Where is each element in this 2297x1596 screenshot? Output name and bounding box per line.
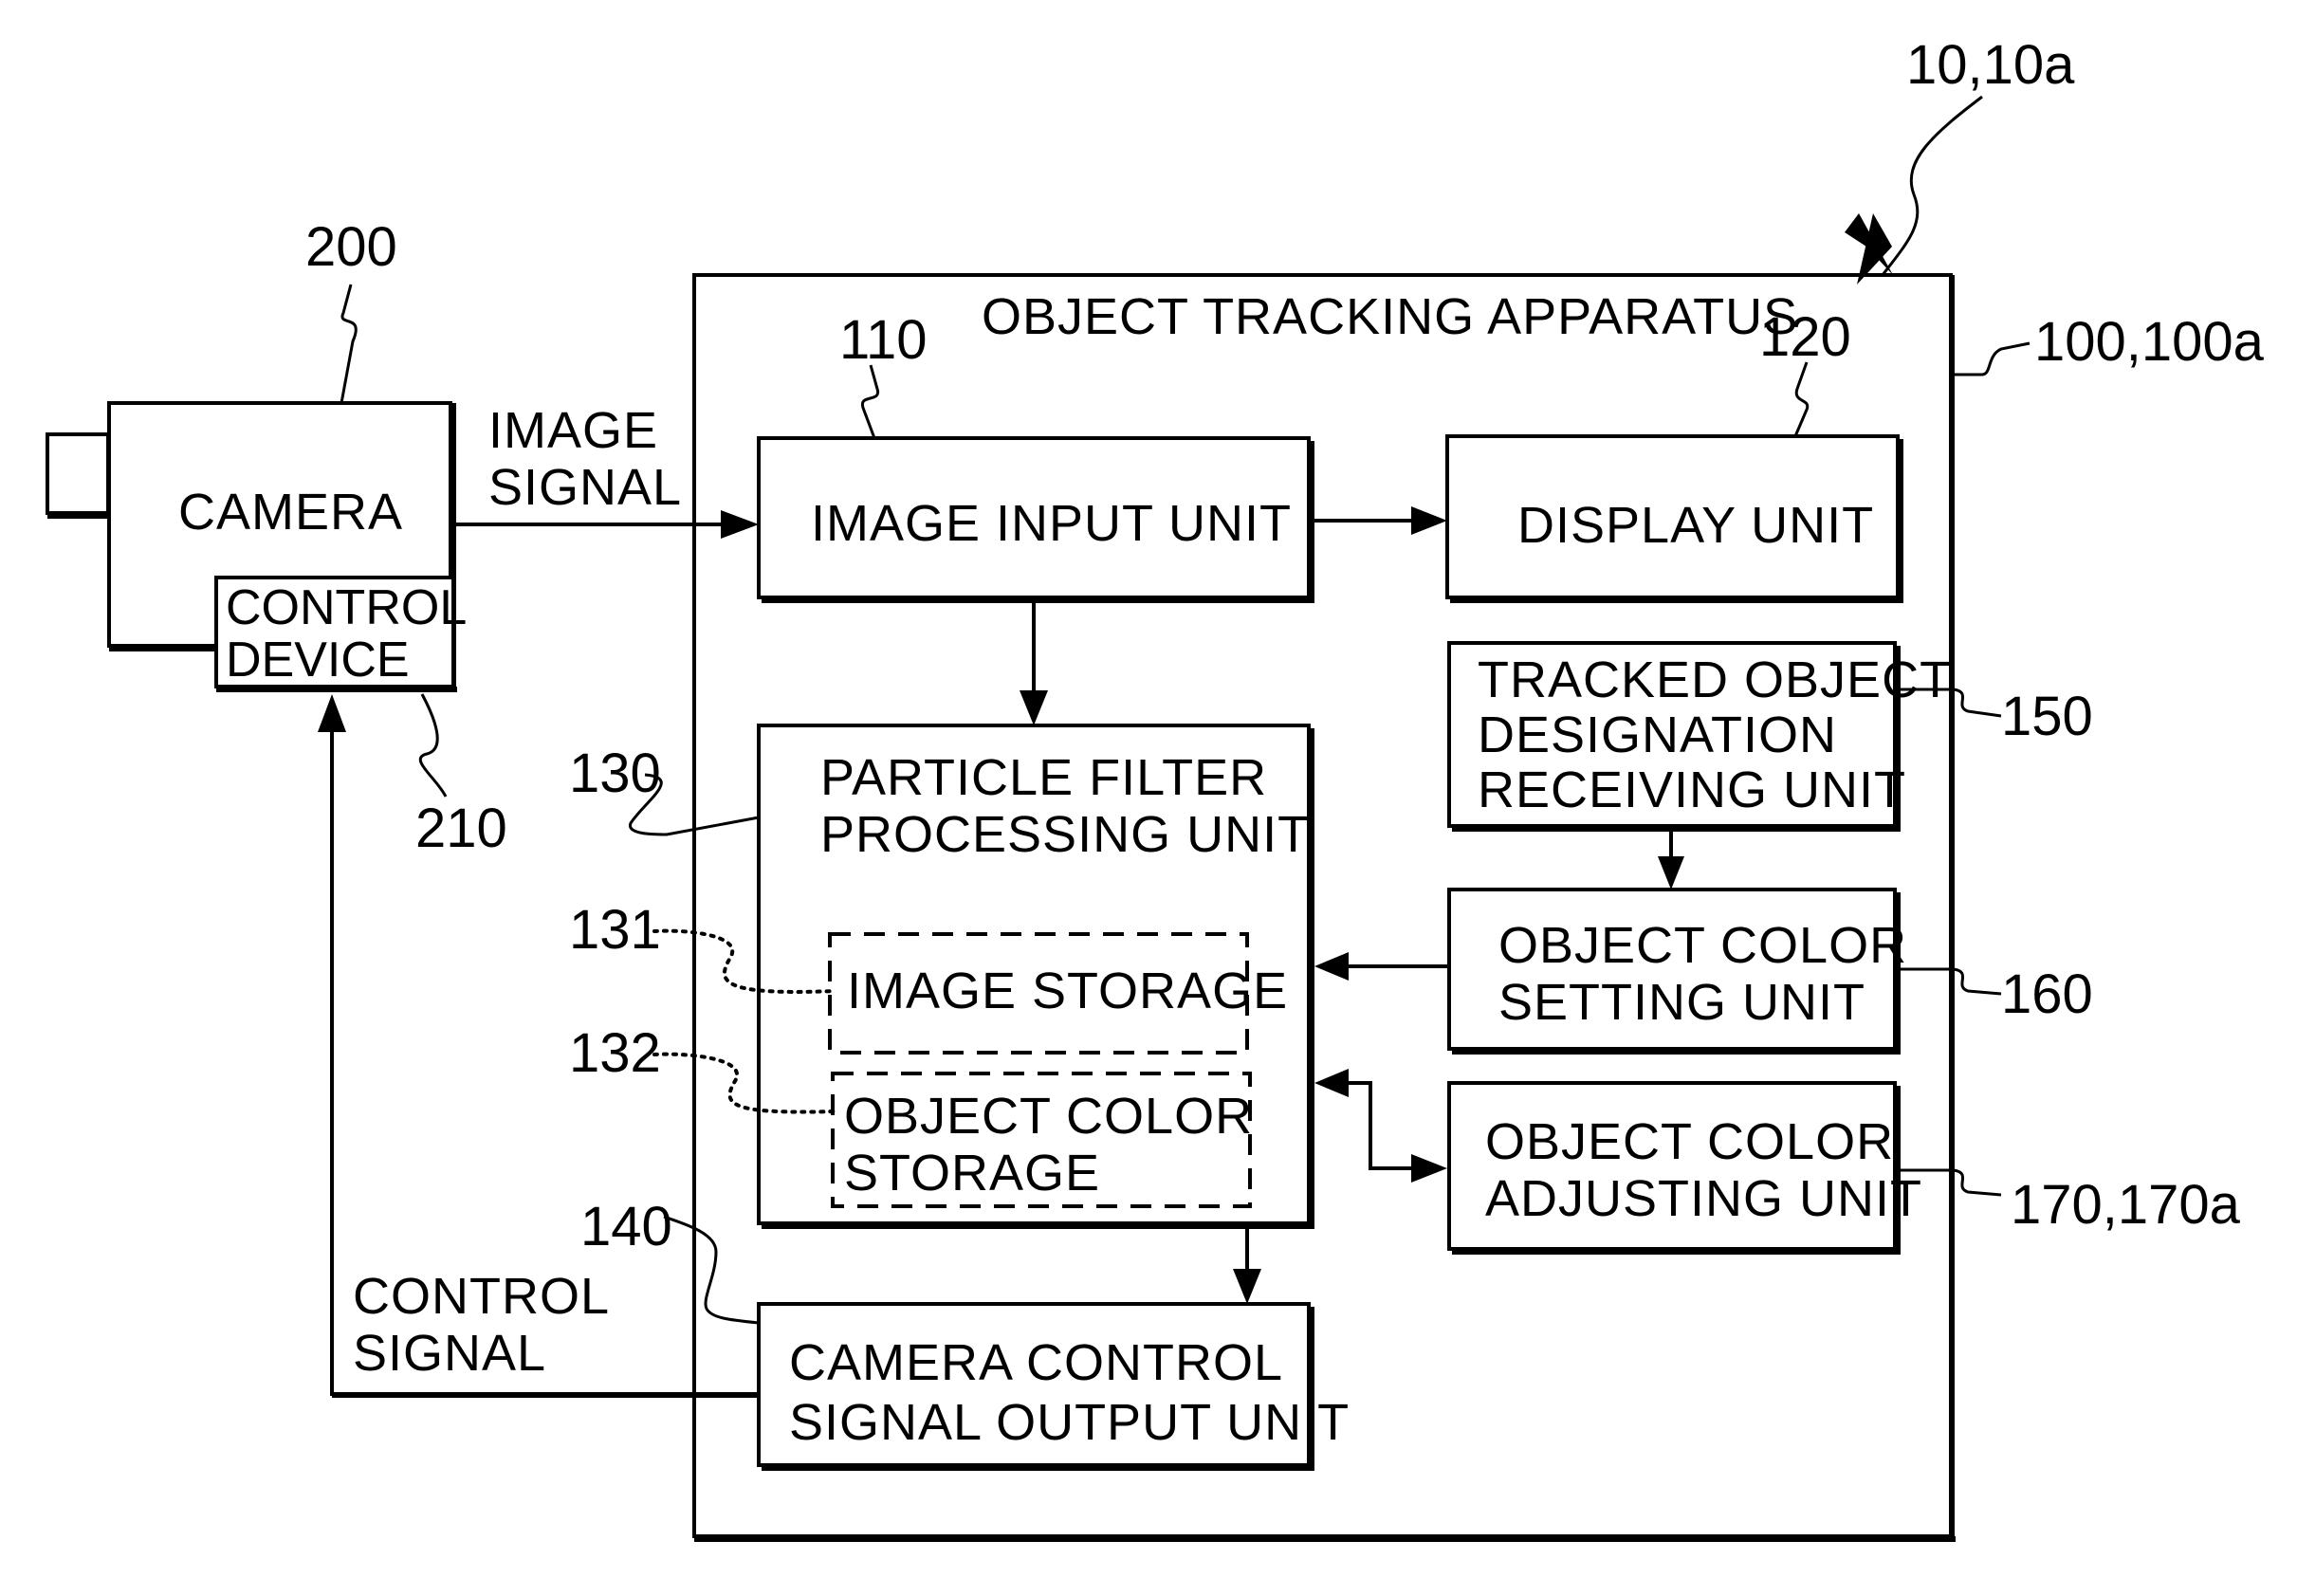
arrowhead-color-setting <box>1658 856 1684 890</box>
ref-display: 120 <box>1759 306 1851 368</box>
camera-control-label-line1: CAMERA CONTROL <box>789 1334 1283 1391</box>
object-tracking-block-diagram: 10,10a 200 CAMERA CONTROL DEVICE 210 IMA… <box>46 34 2265 1542</box>
arrowhead-control-signal <box>318 694 346 732</box>
control-signal-label-line2: SIGNAL <box>353 1325 546 1382</box>
ref-tracked-object: 150 <box>2001 686 2093 747</box>
arrow-particle-filter-color-adjusting <box>1347 1081 1413 1170</box>
ref-color-adjusting: 170,170a <box>2011 1174 2241 1236</box>
ref-object-color-storage: 132 <box>569 1022 661 1084</box>
particle-filter-label-line1: PARTICLE FILTER <box>820 749 1267 806</box>
ref-camera-control-output: 140 <box>580 1196 672 1257</box>
apparatus-title: OBJECT TRACKING APPARATUS <box>982 288 1798 345</box>
color-setting-label-line1: OBJECT COLOR <box>1498 917 1907 974</box>
leader-control-device <box>418 693 448 798</box>
display-unit-label: DISPLAY UNIT <box>1517 497 1874 554</box>
camera-label: CAMERA <box>178 484 403 541</box>
ref-particle-filter: 130 <box>569 743 661 804</box>
control-device-label-line2: DEVICE <box>226 633 410 688</box>
tracked-object-label-line1: TRACKED OBJECT <box>1478 651 1952 708</box>
ref-color-setting: 160 <box>2001 963 2093 1025</box>
image-input-unit-label: IMAGE INPUT UNIT <box>811 495 1292 552</box>
ref-camera: 200 <box>305 216 397 278</box>
camera-control-label-line2: SIGNAL OUTPUT UNIT <box>789 1394 1350 1451</box>
tracked-object-label-line2: DESIGNATION <box>1478 706 1837 763</box>
arrowhead-camera-control <box>1233 1269 1261 1304</box>
tracked-object-label-line3: RECEIVING UNIT <box>1478 761 1906 818</box>
leader-image-input <box>860 364 880 439</box>
object-color-storage-label-line2: STORAGE <box>844 1145 1100 1202</box>
ref-system: 10,10a <box>1906 34 2075 96</box>
ref-image-input: 110 <box>839 309 927 371</box>
arrowhead-color-setting-to-pf <box>1314 952 1349 981</box>
ref-apparatus: 100,100a <box>2034 311 2265 373</box>
camera-lens <box>46 432 110 515</box>
ref-control-device: 210 <box>415 798 507 859</box>
control-signal-label-line1: CONTROL <box>353 1268 610 1325</box>
color-setting-label-line2: SETTING UNIT <box>1498 974 1865 1031</box>
arrowhead-display <box>1411 506 1447 535</box>
control-device-label-line1: CONTROL <box>226 580 467 635</box>
arrowhead-adjust-to-pf <box>1314 1069 1349 1097</box>
arrowhead-pf-to-adjust <box>1411 1154 1447 1183</box>
arrowhead-image-signal <box>721 510 759 539</box>
color-adjusting-label-line1: OBJECT COLOR <box>1485 1113 1894 1170</box>
image-signal-label-line2: SIGNAL <box>488 459 682 516</box>
image-signal-label-line1: IMAGE <box>488 402 658 459</box>
object-color-storage-label-line1: OBJECT COLOR <box>844 1088 1253 1145</box>
leader-display <box>1793 361 1810 437</box>
leader-apparatus <box>1955 341 2031 376</box>
leader-camera <box>340 284 358 404</box>
image-storage-label: IMAGE STORAGE <box>847 963 1288 1019</box>
leader-camera-control-output <box>663 1215 760 1325</box>
arrowhead-particle-filter <box>1020 690 1048 725</box>
leader-system <box>1881 95 1983 276</box>
ref-image-storage: 131 <box>569 899 661 961</box>
color-adjusting-label-line2: ADJUSTING UNIT <box>1485 1170 1922 1227</box>
particle-filter-label-line2: PROCESSING UNIT <box>820 806 1310 863</box>
